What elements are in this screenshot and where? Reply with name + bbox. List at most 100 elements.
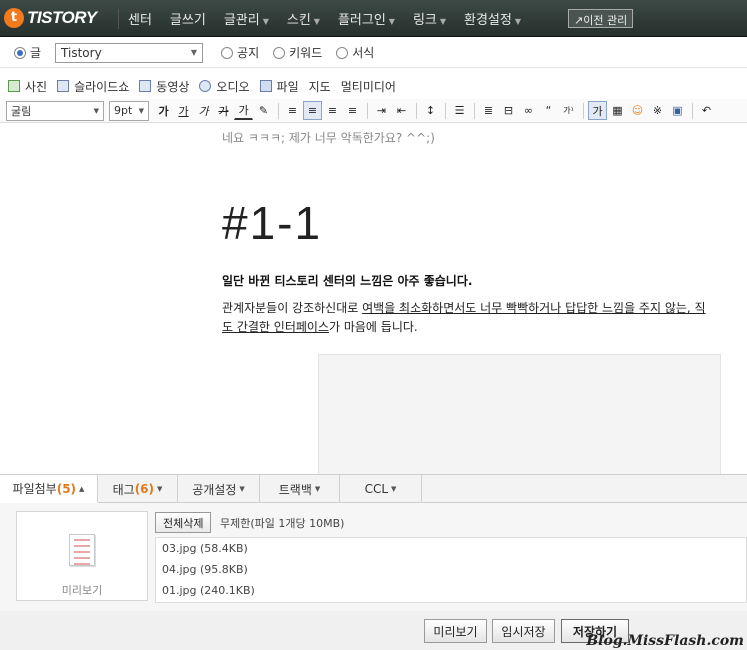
- content-heading: #1-1: [222, 197, 323, 249]
- font-color-button[interactable]: 가: [234, 101, 253, 120]
- chevron-down-icon: ▼: [138, 106, 144, 115]
- font-family-select[interactable]: 굴림 ▼: [6, 100, 104, 121]
- italic-button[interactable]: 가: [194, 101, 213, 120]
- radio-icon: [221, 46, 234, 59]
- nav-post-manage[interactable]: 글관리 ▼: [215, 9, 278, 28]
- font-size-select[interactable]: 9pt ▼: [109, 100, 149, 121]
- emoticon-button[interactable]: ☺: [628, 101, 647, 120]
- quote-button[interactable]: “: [539, 101, 558, 120]
- table-button[interactable]: ▦: [608, 101, 627, 120]
- horizontal-rule-button[interactable]: ≣: [479, 101, 498, 120]
- file-icon: [259, 80, 272, 92]
- video-icon: [139, 80, 152, 92]
- chevron-down-icon: ▼: [262, 17, 269, 26]
- highlight-color-button[interactable]: ✎: [254, 101, 273, 120]
- photo-icon: [8, 80, 20, 92]
- tab-file-attach[interactable]: 파일첨부 (5) ▲: [0, 475, 98, 503]
- list-button[interactable]: ☰: [450, 101, 469, 120]
- chevron-down-icon: ▼: [93, 106, 99, 115]
- editor-area[interactable]: 네요 ㅋㅋㅋ; 제가 너무 악독한가요? ^^;) #1-1 일단 바뀐 티스토…: [0, 124, 747, 474]
- nav-skin[interactable]: 스킨 ▼: [278, 9, 329, 28]
- file-item[interactable]: 01.jpg (240.1KB): [156, 580, 746, 601]
- nav-settings[interactable]: 환경설정 ▼: [455, 9, 530, 28]
- category-select[interactable]: Tistory ▼: [55, 42, 204, 63]
- attachment-preview: 미리보기: [16, 511, 148, 601]
- outdent-button[interactable]: ⇤: [392, 101, 411, 120]
- underline-button[interactable]: 가: [174, 101, 193, 120]
- format-toolbar: 굴림 ▼ 9pt ▼ 가 가 가 가 가 ✎ ≡ ≡ ≡ ≡ ⇥ ⇤ ↕ ☰ ≣ ⊟…: [0, 99, 747, 123]
- slideshow-icon: [57, 80, 70, 92]
- insert-video-button[interactable]: 동영상: [139, 78, 189, 95]
- action-button-row: 미리보기 임시저장 저장하기 Blog.MissFlash.com: [0, 611, 747, 650]
- media-toolbar: 사진 슬라이드쇼 동영상 오디오 파일 지도 멀티미디어: [0, 75, 747, 97]
- chevron-down-icon: ▼: [391, 485, 397, 493]
- box-button[interactable]: ⊟: [499, 101, 518, 120]
- radio-selected-icon: [14, 46, 26, 59]
- align-justify-button[interactable]: ≡: [343, 101, 362, 120]
- radio-post[interactable]: 글: [14, 44, 41, 61]
- chevron-down-icon: ▼: [313, 17, 320, 26]
- embedded-image-placeholder[interactable]: [318, 354, 721, 474]
- tab-ccl[interactable]: CCL ▼: [340, 475, 422, 503]
- chevron-down-icon: ▼: [190, 48, 198, 57]
- attachment-panel: 미리보기 전체삭제 무제한(파일 1개당 10MB) 03.jpg (58.4K…: [0, 503, 747, 611]
- content-paragraph: 관계자분들이 강조하신대로 여백을 최소화하면서도 너무 빡빡하거나 답답한 느…: [222, 301, 706, 334]
- previous-text-line: 네요 ㅋㅋㅋ; 제가 너무 악독한가요? ^^;): [222, 131, 435, 145]
- chevron-down-icon: ▼: [388, 17, 395, 26]
- strikethrough-button[interactable]: 가: [214, 101, 233, 120]
- insert-map-button[interactable]: 지도: [309, 78, 331, 95]
- chevron-down-icon: ▼: [239, 485, 245, 493]
- chevron-down-icon: ▼: [514, 17, 522, 26]
- bold-button[interactable]: 가: [154, 101, 173, 120]
- content-bold-line: 일단 바뀐 티스토리 센터의 느낌은 아주 좋습니다.: [222, 274, 473, 288]
- tab-trackback[interactable]: 트랙백 ▼: [260, 475, 340, 503]
- radio-template[interactable]: 서식: [336, 44, 374, 61]
- save-icon-button[interactable]: ▣: [668, 101, 687, 120]
- top-navigation-bar: t TISTORY 센터 글쓰기 글관리 ▼ 스킨 ▼ 플러그인 ▼ 링크 ▼ 환경설정…: [0, 0, 747, 37]
- main-nav: 센터 글쓰기 글관리 ▼ 스킨 ▼ 플러그인 ▼ 링크 ▼ 환경설정 ▼: [118, 0, 530, 37]
- align-left-button[interactable]: ≡: [283, 101, 302, 120]
- insert-file-button[interactable]: 파일: [259, 78, 299, 95]
- chevron-down-icon: ▼: [157, 485, 163, 493]
- tab-tags[interactable]: 태그 (6) ▼: [98, 475, 178, 503]
- nav-plugin[interactable]: 플러그인 ▼: [329, 9, 404, 28]
- tistory-logo[interactable]: t TISTORY: [4, 4, 97, 32]
- nav-write[interactable]: 글쓰기: [161, 9, 215, 28]
- radio-keyword[interactable]: 키워드: [273, 44, 322, 61]
- nav-center[interactable]: 센터: [119, 9, 161, 28]
- undo-button[interactable]: ↶: [697, 101, 716, 120]
- upload-limit-text: 무제한(파일 1개당 10MB): [220, 517, 345, 530]
- align-center-button[interactable]: ≡: [303, 101, 322, 120]
- align-right-button[interactable]: ≡: [323, 101, 342, 120]
- t-logo-icon: t: [4, 8, 24, 28]
- attached-file-list[interactable]: 03.jpg (58.4KB) 04.jpg (95.8KB) 01.jpg (…: [155, 537, 747, 603]
- temp-save-button[interactable]: 임시저장: [492, 619, 555, 643]
- chevron-down-icon: ▼: [439, 17, 447, 26]
- audio-icon: [199, 80, 212, 92]
- file-item[interactable]: 03.jpg (58.4KB): [156, 538, 746, 559]
- text-mode-button[interactable]: 가: [588, 101, 607, 120]
- indent-button[interactable]: ⇥: [372, 101, 391, 120]
- radio-icon: [273, 46, 286, 59]
- delete-all-button[interactable]: 전체삭제: [155, 512, 212, 533]
- special-char-button[interactable]: ※: [648, 101, 667, 120]
- insert-photo-button[interactable]: 사진: [8, 78, 47, 95]
- chevron-up-icon: ▲: [79, 484, 85, 493]
- file-item[interactable]: 04.jpg (95.8KB): [156, 559, 746, 580]
- nav-link[interactable]: 링크 ▼: [404, 9, 455, 28]
- link-button[interactable]: ∞: [519, 101, 538, 120]
- post-type-row: 글 Tistory ▼ 공지 키워드 서식: [0, 38, 747, 68]
- blog-watermark: Blog.MissFlash.com: [586, 633, 744, 649]
- insert-slideshow-button[interactable]: 슬라이드쇼: [57, 78, 129, 95]
- line-height-button[interactable]: ↕: [421, 101, 440, 120]
- preview-button[interactable]: 미리보기: [424, 619, 487, 643]
- superscript-button[interactable]: 가¹: [559, 101, 578, 120]
- radio-icon: [336, 46, 349, 59]
- bottom-tab-bar: 파일첨부 (5) ▲ 태그 (6) ▼ 공개설정 ▼ 트랙백 ▼ CCL ▼: [0, 474, 747, 503]
- insert-multimedia-button[interactable]: 멀티미디어: [341, 78, 396, 95]
- insert-audio-button[interactable]: 오디오: [199, 78, 250, 95]
- radio-notice[interactable]: 공지: [221, 44, 259, 61]
- old-admin-button[interactable]: ↗이전 관리: [568, 9, 634, 28]
- tab-visibility[interactable]: 공개설정 ▼: [178, 475, 260, 503]
- chevron-down-icon: ▼: [314, 485, 321, 493]
